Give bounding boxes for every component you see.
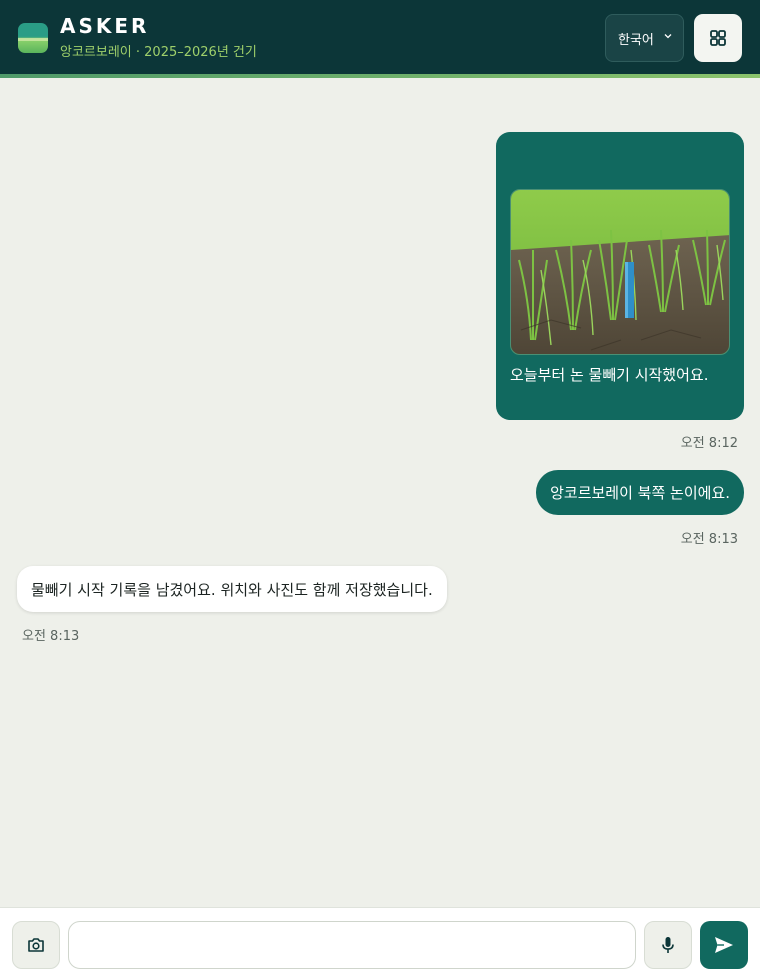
message-composer xyxy=(0,907,760,980)
message-bubble-outgoing: 앙코르보레이 북쪽 논이에요. xyxy=(536,470,744,515)
send-button[interactable] xyxy=(700,921,748,969)
message-timestamp: 오전 8:13 xyxy=(680,532,738,547)
app-title: ASKER xyxy=(60,14,150,38)
message-timestamp: 오전 8:13 xyxy=(22,629,80,644)
message-text: 오늘부터 논 물빼기 시작했어요. xyxy=(510,366,709,384)
app-subtitle: 앙코르보레이 · 2025–2026년 건기 xyxy=(60,45,257,60)
camera-button[interactable] xyxy=(12,921,60,969)
microphone-button[interactable] xyxy=(644,921,692,969)
header-accent-bar xyxy=(0,74,760,78)
chevron-down-icon xyxy=(664,34,672,39)
send-icon xyxy=(715,937,733,953)
message-input[interactable] xyxy=(68,921,636,969)
camera-icon xyxy=(28,938,44,952)
rice-paddy-photo[interactable] xyxy=(510,189,730,355)
language-label: 한국어 xyxy=(618,32,654,48)
message-text: 앙코르보레이 북쪽 논이에요. xyxy=(550,484,730,502)
app-header: ASKER 앙코르보레이 · 2025–2026년 건기 한국어 xyxy=(0,0,760,74)
menu-button[interactable] xyxy=(694,14,742,62)
language-select[interactable]: 한국어 xyxy=(605,14,684,62)
photo-image xyxy=(511,190,729,354)
message-text: 물빼기 시작 기록을 남겼어요. 위치와 사진도 함께 저장했습니다. xyxy=(31,580,433,599)
grid-icon xyxy=(710,30,726,46)
message-bubble-outgoing: 오늘부터 논 물빼기 시작했어요. xyxy=(496,132,744,420)
message-timestamp: 오전 8:12 xyxy=(680,436,738,451)
message-bubble-incoming: 물빼기 시작 기록을 남겼어요. 위치와 사진도 함께 저장했습니다. xyxy=(17,566,447,612)
microphone-icon xyxy=(662,937,674,953)
app-logo xyxy=(18,23,48,53)
